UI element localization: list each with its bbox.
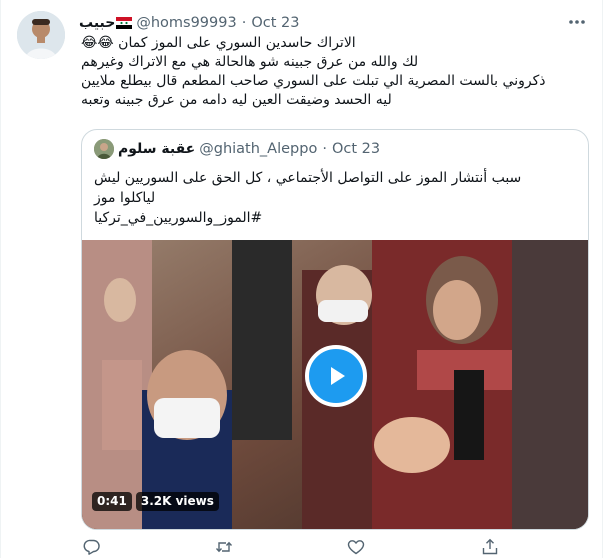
quoted-tweet[interactable]: عقبة سلوم @ghiath_Aleppo · Oct 23 سبب أن… bbox=[81, 129, 589, 530]
tweet-header: حبيب @homs99993 · Oct 23 bbox=[79, 13, 299, 33]
quoted-tweet-date: Oct 23 bbox=[331, 141, 381, 157]
quoted-author-avatar bbox=[94, 139, 114, 159]
like-icon bbox=[347, 540, 365, 555]
share-button[interactable] bbox=[479, 536, 501, 558]
author-name[interactable]: حبيب bbox=[79, 15, 115, 31]
video-badges: 0:41 3.2K views bbox=[92, 492, 219, 511]
more-horizontal-icon bbox=[569, 20, 585, 24]
author-avatar[interactable] bbox=[17, 11, 65, 59]
quoted-tweet-text: سبب أنتشار الموز على التواصل الأجتماعي ،… bbox=[94, 168, 578, 228]
quoted-header-separator: · bbox=[322, 141, 327, 157]
like-button[interactable] bbox=[345, 536, 367, 558]
retweet-icon bbox=[215, 541, 233, 553]
quoted-tweet-header: عقبة سلوم @ghiath_Aleppo · Oct 23 bbox=[94, 139, 380, 159]
quoted-author-handle: @ghiath_Aleppo bbox=[199, 141, 318, 157]
play-icon bbox=[331, 367, 345, 385]
video-views: 3.2K views bbox=[135, 492, 219, 511]
tweet-text: الاتراك حاسدين السوري على الموز كمان 😂😂 … bbox=[81, 34, 581, 110]
video-duration: 0:41 bbox=[92, 492, 132, 511]
syria-flag-icon bbox=[116, 17, 133, 29]
header-separator: · bbox=[241, 15, 247, 31]
play-button[interactable] bbox=[305, 345, 367, 407]
quoted-author-name: عقبة سلوم bbox=[118, 141, 196, 157]
retweet-button[interactable] bbox=[213, 536, 235, 558]
tweet-text-line: ليه الحسد وضيقت العين ليه دامه من عرق جب… bbox=[81, 92, 392, 108]
tweet-card[interactable]: حبيب @homs99993 · Oct 23 الاتراك حاسدين … bbox=[0, 0, 603, 558]
tweet-text-line: لك والله من عرق جبينه شو هالحالة هي مع ا… bbox=[81, 54, 419, 70]
tweet-text-line: ذكروني بالست المصرية الي تبلت على السوري… bbox=[81, 73, 546, 89]
tweet-actions bbox=[81, 536, 581, 558]
reply-icon bbox=[83, 539, 100, 555]
tweet-date[interactable]: Oct 23 bbox=[251, 15, 299, 31]
share-icon bbox=[482, 538, 498, 555]
tweet-text-line: الاتراك حاسدين السوري على الموز كمان 😂😂 bbox=[81, 35, 356, 51]
video-player[interactable]: 0:41 3.2K views bbox=[82, 240, 588, 529]
quoted-text-line: سبب أنتشار الموز على التواصل الأجتماعي ،… bbox=[94, 170, 522, 186]
quoted-text-line: لياكلوا موز bbox=[94, 190, 156, 206]
author-handle[interactable]: @homs99993 bbox=[136, 15, 236, 31]
quoted-hashtag[interactable]: #الموز_والسوريين_في_تركيا bbox=[94, 208, 578, 228]
more-options-button[interactable] bbox=[565, 12, 589, 32]
reply-button[interactable] bbox=[81, 536, 103, 558]
